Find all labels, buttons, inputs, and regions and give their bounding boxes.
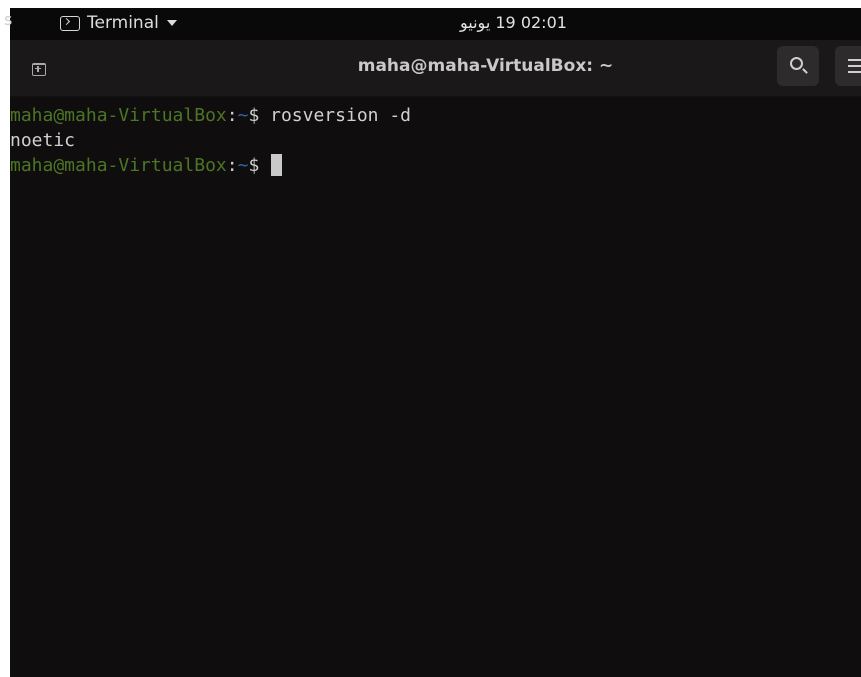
top-panel: s Terminal 02:01 19 يونيو	[4, 8, 861, 40]
app-menu-label: Terminal	[87, 13, 159, 33]
prompt-user-host: maha@maha-VirtualBox	[10, 155, 227, 176]
command-text: rosversion -d	[270, 105, 412, 126]
search-icon	[790, 57, 803, 70]
text-cursor	[271, 154, 283, 176]
prompt-symbol: $	[248, 105, 271, 126]
prompt-separator: :	[226, 155, 238, 176]
app-menu-terminal[interactable]: Terminal	[60, 12, 177, 34]
caret-down-icon	[166, 20, 177, 26]
terminal-window: maha@maha-VirtualBox: ~ maha@maha-Virtua…	[10, 40, 861, 677]
terminal-icon	[60, 15, 80, 31]
prompt-user-host: maha@maha-VirtualBox	[10, 105, 227, 126]
terminal-line: noetic	[10, 128, 75, 153]
activities-button[interactable]: s	[4, 10, 12, 29]
screen: s Terminal 02:01 19 يونيو maha@maha-Virt…	[0, 0, 861, 677]
search-button[interactable]	[777, 46, 819, 86]
clock[interactable]: 02:01 19 يونيو	[460, 13, 567, 32]
hamburger-menu-icon	[848, 59, 861, 77]
command-output: noetic	[10, 130, 76, 151]
prompt-path: ~	[237, 105, 249, 126]
menu-button[interactable]	[835, 46, 861, 86]
window-headerbar[interactable]: maha@maha-VirtualBox: ~	[10, 40, 861, 97]
terminal-output-area[interactable]: maha@maha-VirtualBox:~$ rosversion -d no…	[10, 97, 861, 677]
prompt-path: ~	[237, 155, 249, 176]
window-title: maha@maha-VirtualBox: ~	[357, 56, 614, 76]
terminal-line: maha@maha-VirtualBox:~$	[10, 153, 283, 178]
prompt-symbol: $	[248, 155, 271, 176]
prompt-separator: :	[226, 105, 238, 126]
terminal-line: maha@maha-VirtualBox:~$ rosversion -d	[10, 103, 411, 128]
